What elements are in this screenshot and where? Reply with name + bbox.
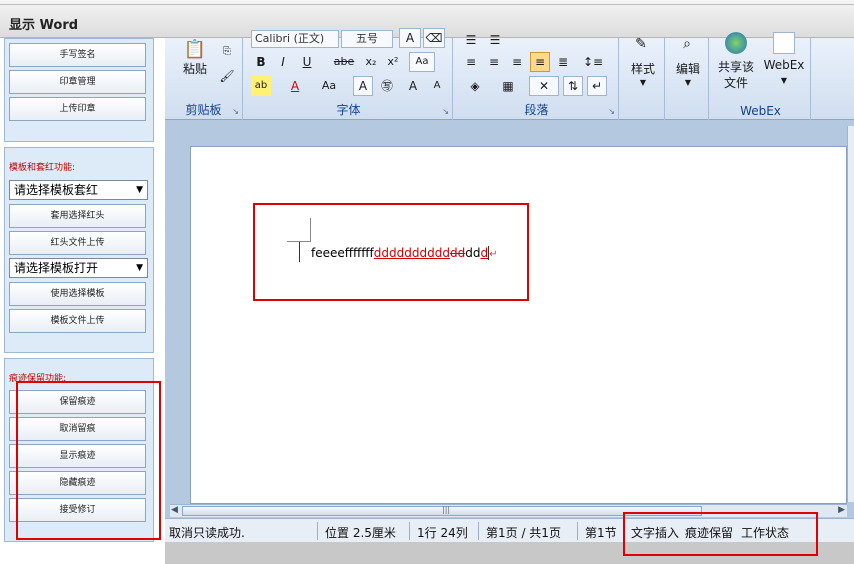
clear-format-icon[interactable]: ⌫	[423, 28, 445, 48]
share-file-label-line2[interactable]: 文件	[713, 74, 759, 91]
upload-redhead-button[interactable]: 红头文件上传	[9, 231, 146, 255]
bullets-icon[interactable]: ☰	[461, 30, 481, 50]
signature-panel: 手写签名 印章管理 上传印章	[4, 38, 154, 142]
handwrite-sign-button[interactable]: 手写签名	[9, 43, 146, 67]
ribbon: 📋 粘贴 ⎘ 🖌 剪贴板 ↘ Calibri (正文) 五号 A ⌫ B I U…	[165, 28, 854, 120]
font-group: Calibri (正文) 五号 A ⌫ B I U abe x₂ x² Aa a…	[245, 28, 453, 120]
font-group-label: 字体	[336, 103, 361, 117]
numbering-icon[interactable]: ☰	[485, 30, 505, 50]
shading-icon[interactable]: ◈	[461, 76, 489, 96]
status-section: 第1节	[585, 526, 617, 540]
styles-label: 样式	[630, 62, 655, 76]
vertical-scrollbar[interactable]	[847, 126, 854, 502]
bold-button[interactable]: B	[251, 52, 271, 72]
scroll-left-icon[interactable]: ◀	[171, 505, 178, 515]
grow-font-button[interactable]: A	[403, 76, 423, 96]
highlight-icon[interactable]: ab	[251, 76, 271, 96]
template-heading: 模板和套红功能:	[9, 163, 76, 173]
styles-icon[interactable]: ✎	[631, 34, 651, 54]
align-center-icon[interactable]: ≡	[484, 52, 504, 72]
webex-document-icon[interactable]	[773, 32, 795, 54]
status-line-col: 1行 24列	[417, 526, 468, 540]
highlight-box-document-text	[253, 203, 529, 301]
apply-redhead-button[interactable]: 套用选择红头	[9, 204, 146, 228]
distribute-icon[interactable]: ≣	[553, 52, 573, 72]
char-shading-button[interactable]: A	[353, 76, 373, 96]
grow-font-icon[interactable]: A	[399, 28, 421, 48]
chevron-down-icon: ▼	[136, 263, 143, 273]
enclose-char-icon[interactable]: ㊢	[377, 76, 397, 96]
use-template-button[interactable]: 使用选择模板	[9, 282, 146, 306]
redhead-template-select[interactable]: 请选择模板套红 ▼	[9, 180, 148, 200]
upload-template-button[interactable]: 模板文件上传	[9, 309, 146, 333]
copy-icon[interactable]: ⎘	[217, 42, 237, 62]
open-template-select[interactable]: 请选择模板打开 ▼	[9, 258, 148, 278]
styles-group[interactable]: ✎ 样式 ▼	[621, 36, 665, 120]
font-color-button[interactable]: A	[285, 76, 305, 96]
scroll-right-icon[interactable]: ▶	[838, 505, 845, 515]
chevron-down-icon: ▼	[684, 78, 692, 87]
template-panel: 模板和套红功能: 请选择模板套红 ▼ 套用选择红头 红头文件上传 请选择模板打开…	[4, 147, 154, 353]
paragraph-group-label: 段落	[524, 103, 549, 117]
globe-icon[interactable]	[725, 32, 747, 54]
paste-label[interactable]: 粘贴	[179, 60, 211, 77]
status-message: 取消只读成功.	[169, 526, 245, 540]
chevron-down-icon: ▼	[780, 76, 788, 85]
chinese-layout-icon[interactable]: ✕	[529, 76, 559, 96]
justify-icon[interactable]: ≡	[530, 52, 550, 72]
line-spacing-icon[interactable]: ↕≡	[579, 52, 607, 72]
status-page: 第1页 / 共1页	[486, 526, 561, 540]
chevron-down-icon: ▼	[639, 78, 647, 87]
webex-group-label: WebEx	[740, 104, 781, 118]
webex-group: 共享该 文件 WebEx ▼ WebEx	[711, 32, 811, 120]
editing-label: 编辑	[675, 62, 700, 76]
font-size-field[interactable]: 五号	[341, 30, 393, 48]
paragraph-group: ☰ ☰ ≡ ≡ ≡ ≡ ≣ ↕≡ ◈ ▦ ✕ ⇅ ↵ 段落 ↘	[455, 33, 619, 120]
window-title: 显示 Word	[9, 18, 79, 33]
status-separator	[409, 522, 410, 540]
upload-seal-button[interactable]: 上传印章	[9, 97, 146, 121]
status-separator	[478, 522, 479, 540]
redhead-select-value: 请选择模板套红	[14, 183, 99, 197]
status-separator	[577, 522, 578, 540]
shrink-font-button[interactable]: A	[427, 76, 447, 96]
sort-icon[interactable]: ⇅	[563, 76, 583, 96]
border-icon[interactable]: ▦	[495, 76, 521, 96]
scroll-grip-icon: |||	[442, 505, 451, 514]
clipboard-group-label: 剪贴板	[185, 103, 222, 117]
dialog-launcher-icon[interactable]: ↘	[232, 107, 239, 116]
italic-button[interactable]: I	[273, 52, 293, 72]
change-case-icon[interactable]: Aa	[409, 52, 435, 72]
highlight-box-revision-buttons	[16, 381, 161, 540]
dialog-launcher-icon[interactable]: ↘	[442, 107, 449, 116]
open-template-select-value: 请选择模板打开	[14, 261, 99, 275]
change-case-button[interactable]: Aa	[315, 76, 343, 96]
seal-manage-button[interactable]: 印章管理	[9, 70, 146, 94]
format-painter-icon[interactable]: 🖌	[217, 66, 237, 86]
align-left-icon[interactable]: ≡	[461, 52, 481, 72]
paste-icon[interactable]: 📋	[179, 38, 211, 62]
status-separator	[317, 522, 318, 540]
status-position: 位置 2.5厘米	[325, 526, 396, 540]
strikethrough-button[interactable]: abe	[331, 52, 357, 72]
dialog-launcher-icon[interactable]: ↘	[608, 107, 615, 116]
underline-button[interactable]: U	[297, 52, 317, 72]
subscript-button[interactable]: x₂	[361, 52, 381, 72]
show-marks-icon[interactable]: ↵	[587, 76, 607, 96]
clipboard-group: 📋 粘贴 ⎘ 🖌 剪贴板 ↘	[165, 38, 243, 120]
align-right-icon[interactable]: ≡	[507, 52, 527, 72]
titlebar-rule	[0, 4, 854, 5]
find-icon[interactable]: ⌕	[677, 34, 697, 54]
editing-group[interactable]: ⌕ 编辑 ▼	[667, 36, 709, 120]
webex-button-label[interactable]: WebEx	[759, 58, 809, 72]
font-name-field[interactable]: Calibri (正文)	[251, 30, 339, 48]
superscript-button[interactable]: x²	[383, 52, 403, 72]
highlight-box-status-modes	[623, 512, 818, 556]
document-page[interactable]	[190, 146, 847, 504]
share-file-label-line1[interactable]: 共享该	[713, 58, 759, 75]
chevron-down-icon: ▼	[136, 185, 143, 195]
